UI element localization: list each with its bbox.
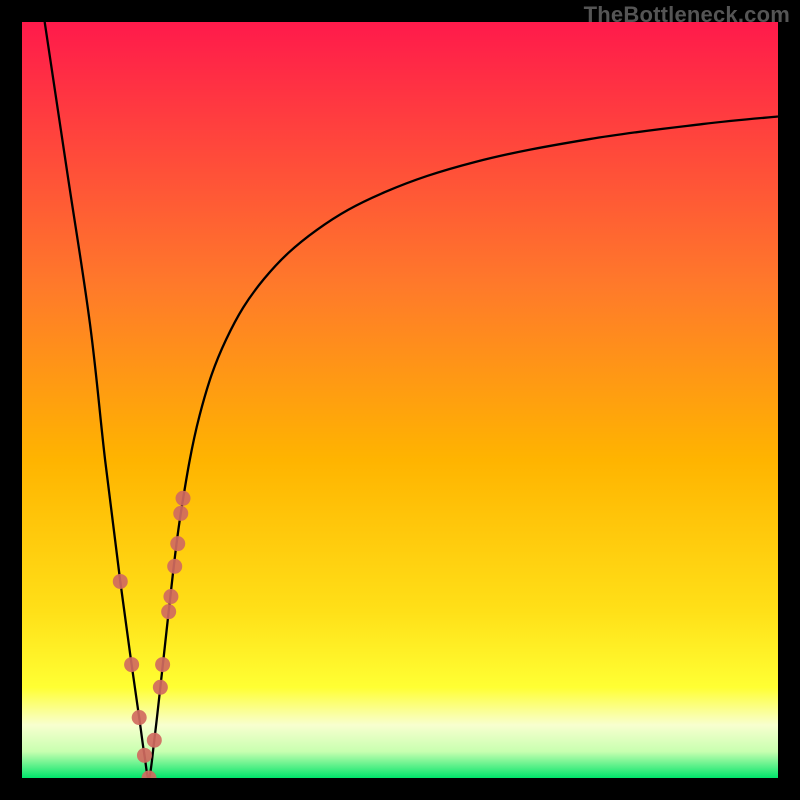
data-marker (147, 733, 162, 748)
data-marker (163, 589, 178, 604)
data-marker (173, 506, 188, 521)
data-marker (137, 748, 152, 763)
data-marker (113, 574, 128, 589)
chart-frame: TheBottleneck.com (0, 0, 800, 800)
chart-svg (22, 22, 778, 778)
data-marker (153, 680, 168, 695)
data-marker (170, 536, 185, 551)
data-marker (167, 559, 182, 574)
plot-area (22, 22, 778, 778)
data-marker (161, 604, 176, 619)
data-marker (132, 710, 147, 725)
data-marker (176, 491, 191, 506)
data-marker (124, 657, 139, 672)
data-marker (155, 657, 170, 672)
